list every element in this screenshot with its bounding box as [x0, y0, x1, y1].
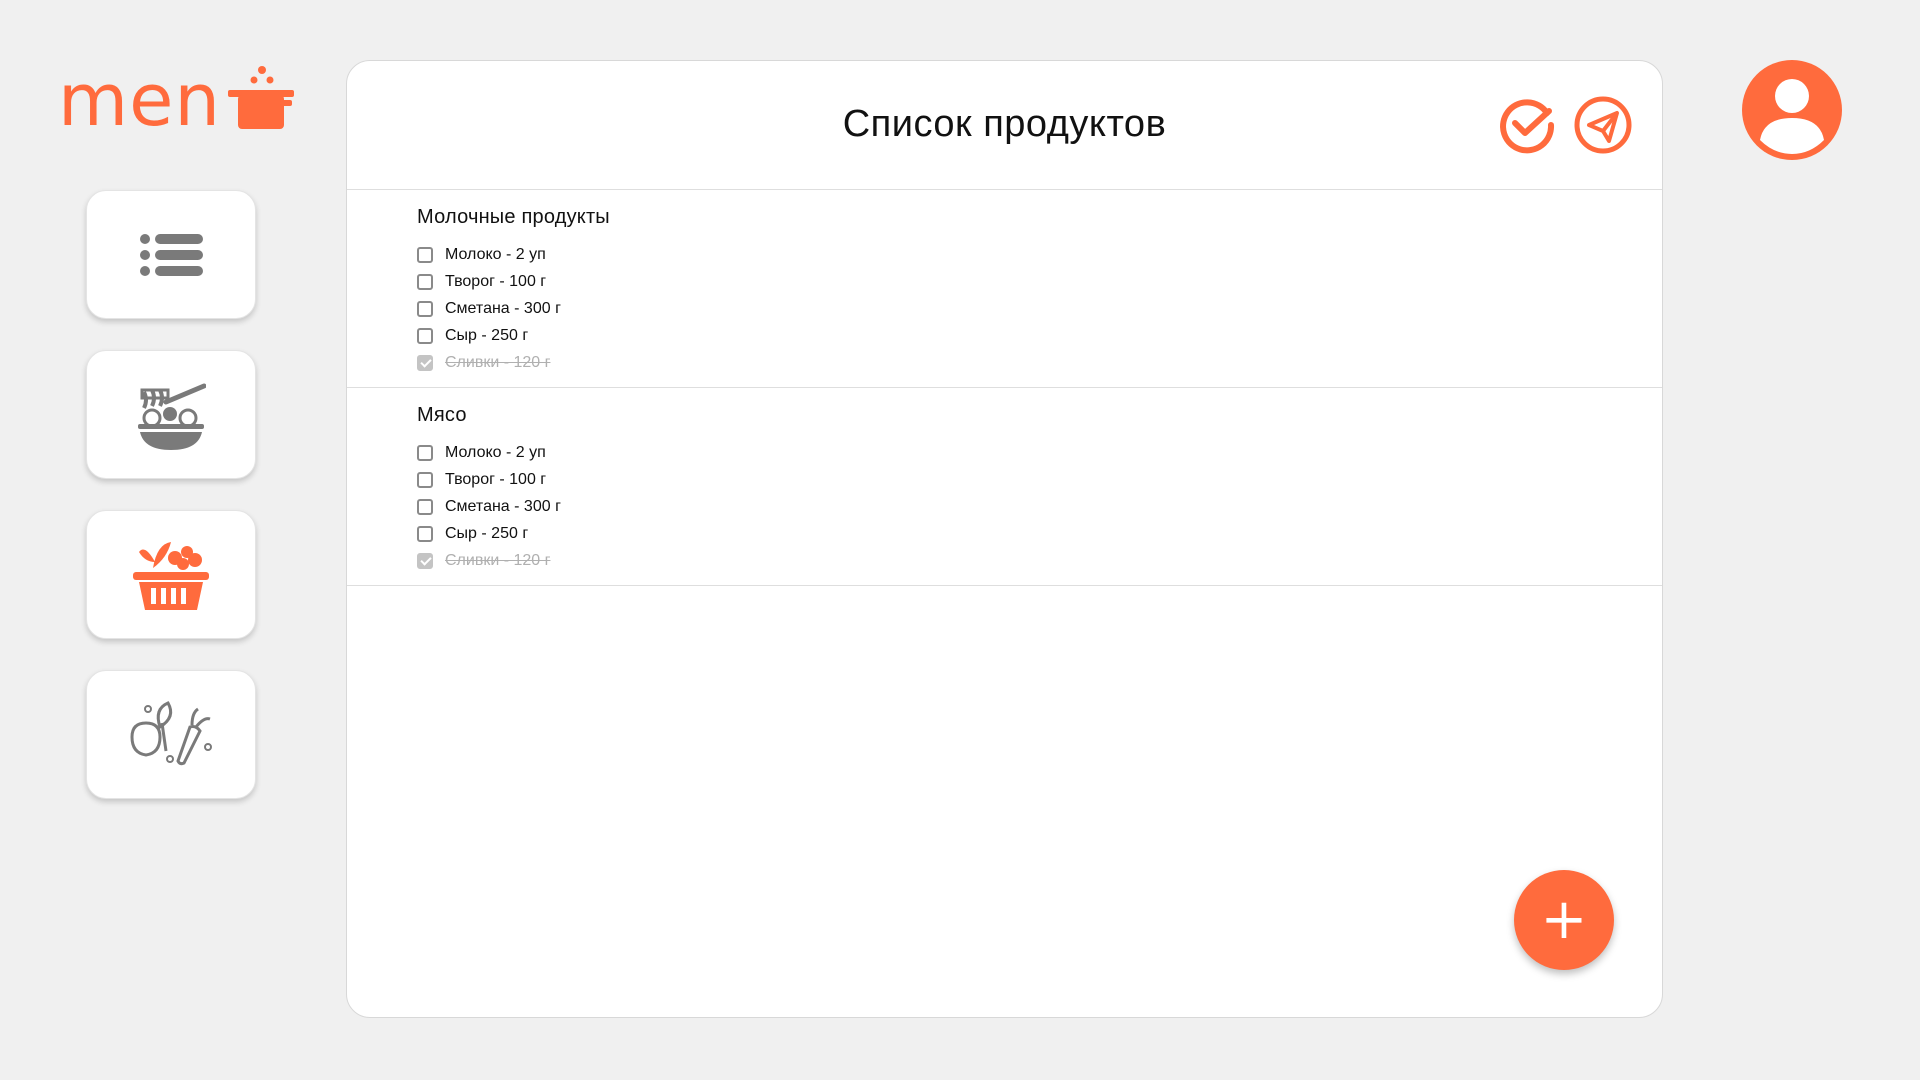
- item-label: Творог - 100 г: [445, 470, 547, 488]
- item-checkbox[interactable]: [417, 354, 433, 371]
- add-item-button[interactable]: +: [1514, 870, 1614, 970]
- category-title: Молочные продукты: [417, 206, 610, 228]
- user-avatar-icon[interactable]: [1742, 60, 1842, 160]
- item-label: Сливки - 120 г: [445, 353, 551, 371]
- send-icon[interactable]: [1573, 95, 1633, 155]
- noodle-bowl-icon: [138, 383, 206, 450]
- shopping-list-panel: Список продуктов Молочные продукты Молок…: [346, 60, 1663, 1018]
- list-item[interactable]: Сметана - 300 г: [417, 493, 1662, 520]
- grocery-basket-icon: [133, 541, 209, 610]
- list-item[interactable]: Сметана - 300 г: [417, 295, 1662, 322]
- item-checkbox[interactable]: [417, 552, 433, 569]
- app-logo: men: [58, 62, 298, 142]
- check-circle-icon[interactable]: [1497, 95, 1557, 155]
- item-label: Сыр - 250 г: [445, 326, 529, 344]
- vegetables-icon: [130, 700, 212, 765]
- item-checkbox[interactable]: [417, 300, 433, 317]
- sidebar-item-recipes[interactable]: [86, 350, 256, 479]
- item-label: Сыр - 250 г: [445, 524, 529, 542]
- item-checkbox[interactable]: [417, 525, 433, 542]
- list-item[interactable]: Сливки - 120 г: [417, 349, 1662, 376]
- page-title: Список продуктов: [842, 103, 1167, 145]
- item-label: Творог - 100 г: [445, 272, 547, 290]
- category-title: Мясо: [417, 404, 467, 426]
- item-label: Молоко - 2 уп: [445, 245, 546, 263]
- list-item[interactable]: Творог - 100 г: [417, 466, 1662, 493]
- list-icon: [140, 233, 203, 276]
- list-item[interactable]: Сливки - 120 г: [417, 547, 1662, 574]
- list-item[interactable]: Сыр - 250 г: [417, 322, 1662, 349]
- item-checkbox[interactable]: [417, 444, 433, 461]
- item-checkbox[interactable]: [417, 246, 433, 263]
- cooking-pot-icon: [228, 66, 294, 129]
- list-item[interactable]: Творог - 100 г: [417, 268, 1662, 295]
- sidebar-item-list[interactable]: [86, 190, 256, 319]
- item-checkbox[interactable]: [417, 327, 433, 344]
- item-label: Сметана - 300 г: [445, 299, 561, 317]
- category-section: Мясо Молоко - 2 уп Творог - 100 г Сметан…: [347, 388, 1662, 586]
- item-checkbox[interactable]: [417, 471, 433, 488]
- logo-text: men: [58, 58, 222, 142]
- item-label: Сметана - 300 г: [445, 497, 561, 515]
- list-item[interactable]: Сыр - 250 г: [417, 520, 1662, 547]
- category-section: Молочные продукты Молоко - 2 уп Творог -…: [347, 190, 1662, 388]
- list-item[interactable]: Молоко - 2 уп: [417, 241, 1662, 268]
- sidebar-item-shopping[interactable]: [86, 510, 256, 639]
- list-item[interactable]: Молоко - 2 уп: [417, 439, 1662, 466]
- panel-header: Список продуктов: [347, 61, 1662, 190]
- item-checkbox[interactable]: [417, 498, 433, 515]
- sidebar-item-products[interactable]: [86, 670, 256, 799]
- item-checkbox[interactable]: [417, 273, 433, 290]
- item-label: Сливки - 120 г: [445, 551, 551, 569]
- item-label: Молоко - 2 уп: [445, 443, 546, 461]
